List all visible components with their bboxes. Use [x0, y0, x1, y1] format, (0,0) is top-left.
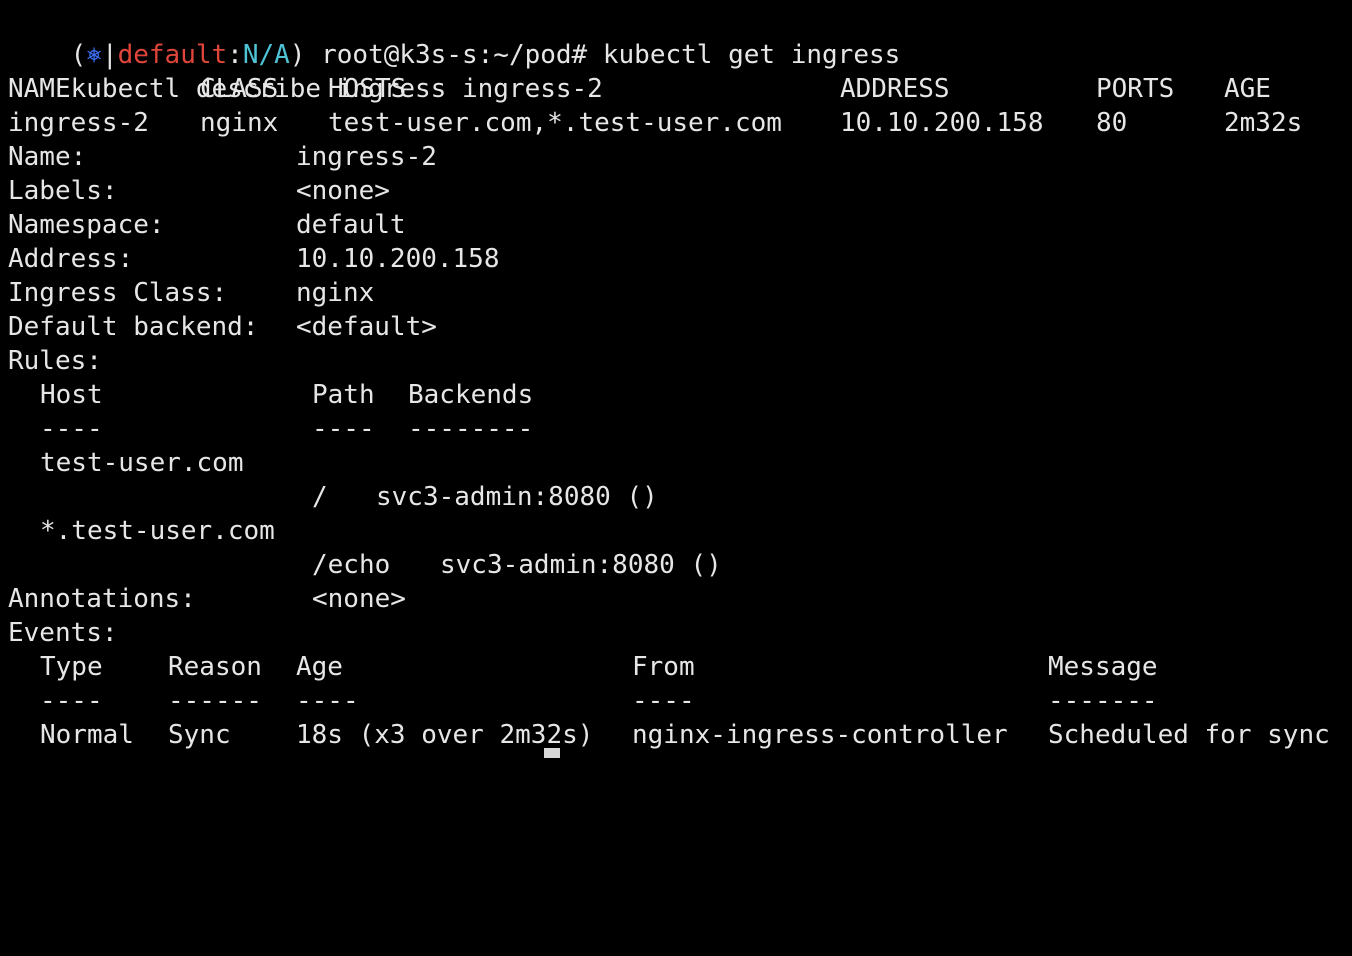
rules-underline: -------- [408, 414, 534, 444]
cell-name: ingress-2 [8, 108, 149, 138]
field-labels: Labels: <none> [8, 174, 1352, 208]
rules-underline-row: ---- ---- -------- [8, 412, 1352, 446]
field-value: ingress-2 [296, 142, 437, 172]
events-header-type: Type [40, 652, 103, 682]
event-message: Scheduled for sync [1048, 720, 1330, 750]
events-underline: ------- [1048, 686, 1158, 716]
events-underline: ---- [40, 686, 103, 716]
events-header-row: Type Reason Age From Message [8, 650, 1352, 684]
rules-label-line: Rules: [8, 344, 1352, 378]
events-label-line: Events: [8, 616, 1352, 650]
rule-host-row: test-user.com [8, 446, 1352, 480]
field-value: 10.10.200.158 [296, 244, 500, 274]
rule-backend: svc3-admin:8080 () [440, 550, 722, 580]
field-ingress-class: Ingress Class: nginx [8, 276, 1352, 310]
cell-ports: 80 [1096, 108, 1128, 138]
rule-host-row: *.test-user.com [8, 514, 1352, 548]
events-underline: ------ [168, 686, 262, 716]
cell-address: 10.10.200.158 [840, 108, 1044, 138]
events-header-message: Message [1048, 652, 1158, 682]
column-header-ports: PORTS [1096, 74, 1175, 104]
field-value: <none> [296, 176, 390, 206]
cell-hosts: test-user.com,*.test-user.com [328, 108, 782, 138]
field-name: Name: ingress-2 [8, 140, 1352, 174]
rules-header-row: Host Path Backends [8, 378, 1352, 412]
rules-underline: ---- [312, 414, 375, 444]
terminal-cursor [544, 748, 560, 758]
field-value: nginx [296, 278, 375, 308]
prompt-line: (⎈|default:N/A) root@k3s-s:~/pod# kubect… [8, 4, 1352, 70]
terminal-output[interactable]: (⎈|default:N/A) root@k3s-s:~/pod# kubect… [8, 4, 1352, 752]
field-address: Address: 10.10.200.158 [8, 242, 1352, 276]
field-default-backend: Default backend: <default> [8, 310, 1352, 344]
annotations-value: <none> [312, 584, 406, 614]
rules-label: Rules: [8, 346, 102, 376]
event-age: 18s (x3 over 2m32s) [296, 720, 594, 750]
events-underline: ---- [632, 686, 695, 716]
field-key: Name: [8, 142, 87, 172]
annotations-row: Annotations: <none> [8, 582, 1352, 616]
rule-host: *.test-user.com [40, 516, 275, 546]
field-value: <default> [296, 312, 437, 342]
annotations-label: Annotations: [8, 584, 196, 614]
column-header-age: AGE [1224, 74, 1271, 104]
rules-header-path: Path [312, 380, 375, 410]
column-header-class: CLASS [200, 74, 279, 104]
rule-path-row: / svc3-admin:8080 () [8, 480, 1352, 514]
field-namespace: Namespace: default [8, 208, 1352, 242]
rule-backend: svc3-admin:8080 () [376, 482, 658, 512]
field-key: Labels: [8, 176, 118, 206]
field-key: Address: [8, 244, 134, 274]
column-header-name: NAME [8, 74, 71, 104]
event-row: Normal Sync 18s (x3 over 2m32s) nginx-in… [8, 718, 1352, 752]
rule-path: / [312, 482, 328, 512]
events-label: Events: [8, 618, 118, 648]
column-header-address: ADDRESS [840, 74, 950, 104]
event-reason: Sync [168, 720, 231, 750]
field-value: default [296, 210, 406, 240]
rules-header-backends: Backends [408, 380, 534, 410]
rule-host: test-user.com [40, 448, 244, 478]
rule-path: /echo [312, 550, 391, 580]
field-key: Default backend: [8, 312, 259, 342]
rule-path-row: /echo svc3-admin:8080 () [8, 548, 1352, 582]
events-header-from: From [632, 652, 695, 682]
events-header-age: Age [296, 652, 343, 682]
field-key: Ingress Class: [8, 278, 228, 308]
rules-header-host: Host [40, 380, 103, 410]
events-header-reason: Reason [168, 652, 262, 682]
cell-class: nginx [200, 108, 279, 138]
events-underline-row: ---- ------ ---- ---- ------- [8, 684, 1352, 718]
table-header-row: NAME CLASS HOSTS ADDRESS PORTS AGE [8, 72, 1352, 106]
event-from: nginx-ingress-controller [632, 720, 1008, 750]
event-type: Normal [40, 720, 134, 750]
events-underline: ---- [296, 686, 359, 716]
rules-underline: ---- [40, 414, 103, 444]
command-line-describe: kubectl describe ingress ingress-2 [8, 38, 1352, 104]
column-header-hosts: HOSTS [328, 74, 407, 104]
cell-age: 2m32s [1224, 108, 1303, 138]
field-key: Namespace: [8, 210, 165, 240]
table-row: ingress-2 nginx test-user.com,*.test-use… [8, 106, 1352, 140]
